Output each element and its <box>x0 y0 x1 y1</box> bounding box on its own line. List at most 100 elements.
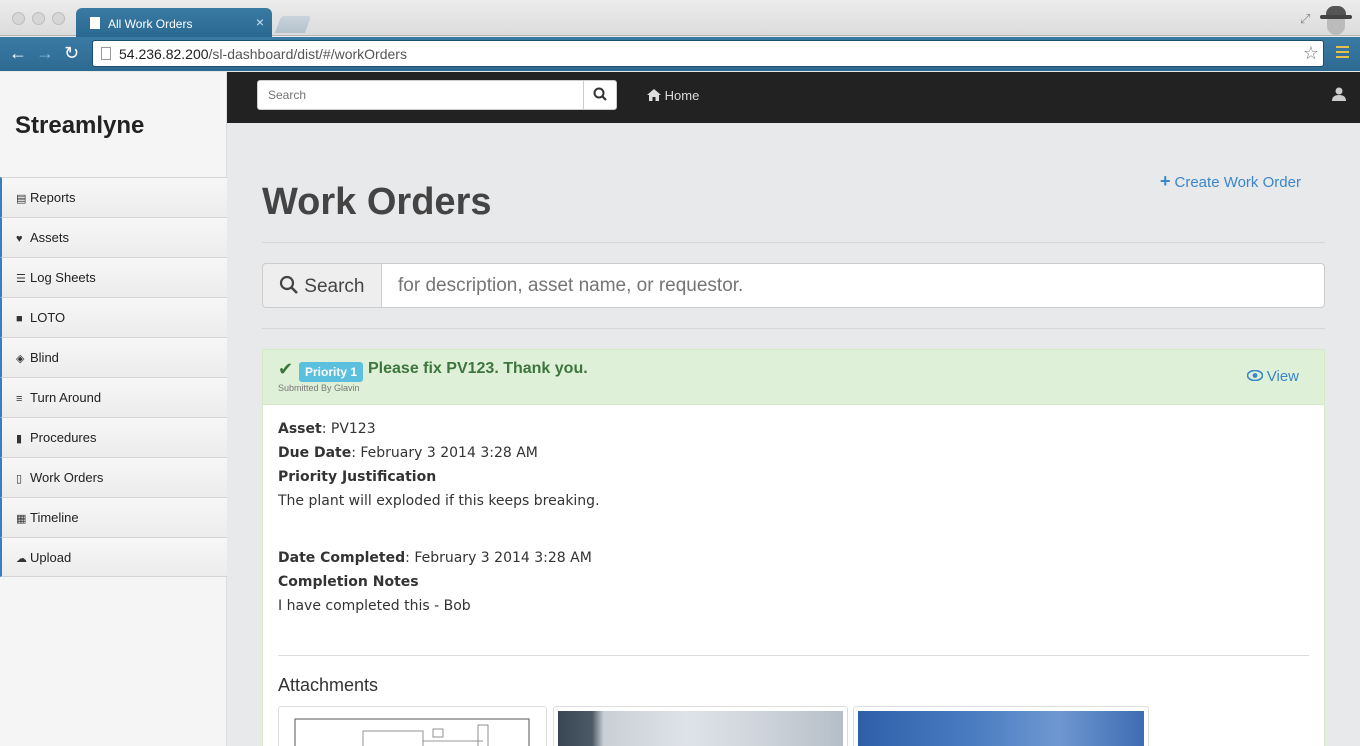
attachment-thumbnail[interactable] <box>553 706 848 746</box>
sidebar-item-label: Timeline <box>30 510 79 525</box>
asset-row: Asset: PV123 <box>278 421 376 437</box>
justification-label-text: Priority Justification <box>278 469 437 485</box>
justification-label: Priority Justification <box>278 469 436 485</box>
sidebar-item-blind[interactable]: ◈ Blind <box>0 337 227 377</box>
work-order-title: Please fix PV123. Thank you. <box>368 360 588 377</box>
plus-icon: + <box>1160 171 1171 191</box>
search-icon <box>593 87 607 101</box>
home-icon <box>647 89 661 101</box>
lock-icon: ■ <box>16 313 23 325</box>
tab-title: All Work Orders <box>108 17 193 31</box>
check-icon: ✔ <box>278 359 294 379</box>
asset-value: PV123 <box>330 421 376 437</box>
back-icon[interactable]: ← <box>9 43 27 63</box>
justification-value: The plant will exploded if this keeps br… <box>278 493 600 509</box>
submitted-by: Submitted By Glavin <box>278 383 360 393</box>
completed-value: February 3 2014 3:28 AM <box>414 550 592 566</box>
attachment-thumbnail[interactable] <box>278 706 547 746</box>
url-host: 54.236.82.200 <box>119 46 209 62</box>
file-icon: ▯ <box>16 473 23 485</box>
completed-label: Date Completed <box>278 550 406 566</box>
view-link[interactable]: View <box>1246 368 1299 385</box>
sidebar-item-work-orders[interactable]: ▯ Work Orders <box>0 457 227 497</box>
browser-tab-active[interactable]: All Work Orders × <box>76 8 272 37</box>
due-date-value: February 3 2014 3:28 AM <box>360 445 538 461</box>
main-content: +Create Work Order Work Orders Search ✔ … <box>227 123 1360 746</box>
sidebar-item-label: Blind <box>30 350 59 365</box>
sidebar-item-label: Upload <box>30 550 72 565</box>
work-order-header: ✔ Priority 1 Please fix PV123. Thank you… <box>263 350 1324 405</box>
attachment-thumbnail[interactable] <box>853 706 1149 746</box>
sidebar-item-assets[interactable]: ♥ Assets <box>0 217 227 257</box>
sidebar-item-procedures[interactable]: ▮ Procedures <box>0 417 227 457</box>
create-work-order-link[interactable]: + Create Work Order <box>1160 171 1301 192</box>
window-minimize-button[interactable] <box>32 12 45 25</box>
new-tab-button[interactable] <box>274 16 312 33</box>
top-search <box>257 80 617 110</box>
tasks-icon: ≡ <box>16 393 23 405</box>
work-order-search: Search <box>262 263 1325 308</box>
brand-logo[interactable]: Streamlyne <box>15 112 144 140</box>
top-navbar: Home <box>227 72 1360 123</box>
sidebar-item-label: Work Orders <box>30 470 104 485</box>
divider <box>262 242 1325 243</box>
forward-icon[interactable]: → <box>36 43 54 63</box>
browser-toolbar: ← → ↻ 54.236.82.200/sl-dashboard/dist/#/… <box>0 37 1360 71</box>
reload-icon[interactable]: ↻ <box>64 43 79 63</box>
window-close-button[interactable] <box>12 12 25 25</box>
sidebar-item-label: Turn Around <box>30 390 102 405</box>
browser-menu-icon[interactable] <box>1336 46 1349 60</box>
attachments-title: Attachments <box>278 675 379 695</box>
sidebar-item-log-sheets[interactable]: ☰ Log Sheets <box>0 257 227 297</box>
create-work-order-label: Create Work Order <box>1174 174 1301 191</box>
sidebar-item-upload[interactable]: ☁ Upload <box>0 537 227 577</box>
divider <box>262 328 1325 329</box>
view-label: View <box>1266 368 1299 385</box>
completion-notes-value: I have completed this - Bob <box>278 598 471 614</box>
sidebar: Streamlyne ▤ Reports ♥ Assets ☰ Log Sheets … <box>0 72 227 746</box>
search-addon: Search <box>262 263 382 308</box>
due-date-label: Due Date <box>278 445 352 461</box>
sidebar-item-loto[interactable]: ■ LOTO <box>0 297 227 337</box>
heart-icon: ♥ <box>16 233 23 245</box>
eye-slash-icon: ◈ <box>16 353 25 365</box>
sidebar-item-label: Reports <box>30 190 76 205</box>
page-icon <box>101 47 111 60</box>
sidebar-nav: ▤ Reports ♥ Assets ☰ Log Sheets ■ LOTO ◈ Blin… <box>0 177 227 577</box>
sidebar-item-timeline[interactable]: ▦ Timeline <box>0 497 227 537</box>
sidebar-item-label: Procedures <box>30 430 97 445</box>
book-icon: ▮ <box>16 433 23 445</box>
priority-badge: Priority 1 <box>299 362 364 382</box>
tower-photo <box>858 711 1144 746</box>
diagram-image <box>294 718 530 746</box>
completed-row: Date Completed: February 3 2014 3:28 AM <box>278 550 592 566</box>
address-bar[interactable]: 54.236.82.200/sl-dashboard/dist/#/workOr… <box>92 40 1324 67</box>
sidebar-item-reports[interactable]: ▤ Reports <box>0 177 227 217</box>
sidebar-item-label: Assets <box>30 230 70 245</box>
fullscreen-icon[interactable]: ⤢ <box>1300 11 1310 27</box>
bookmark-star-icon[interactable]: ☆ <box>1303 43 1319 64</box>
top-search-button[interactable] <box>583 81 616 109</box>
url-path: /sl-dashboard/dist/#/workOrders <box>208 46 407 62</box>
work-order-panel: ✔ Priority 1 Please fix PV123. Thank you… <box>262 349 1325 746</box>
list-icon: ☰ <box>16 273 26 285</box>
work-order-search-input[interactable] <box>381 263 1325 308</box>
window-zoom-button[interactable] <box>52 12 65 25</box>
home-link[interactable]: Home <box>647 88 699 103</box>
sidebar-item-label: Log Sheets <box>30 270 96 285</box>
search-label: Search <box>304 276 365 297</box>
due-date-row: Due Date: February 3 2014 3:28 AM <box>278 445 538 461</box>
list-alt-icon: ▤ <box>16 193 27 205</box>
completion-notes-label-text: Completion Notes <box>278 574 419 590</box>
eye-icon <box>1246 369 1263 382</box>
asset-label: Asset <box>278 421 322 437</box>
search-icon <box>279 275 298 294</box>
top-search-input[interactable] <box>258 81 584 109</box>
calendar-icon: ▦ <box>16 513 27 525</box>
sidebar-item-turn-around[interactable]: ≡ Turn Around <box>0 377 227 417</box>
tab-close-icon[interactable]: × <box>256 14 264 30</box>
user-icon[interactable] <box>1332 87 1346 106</box>
document-icon <box>90 17 100 29</box>
cloud-upload-icon: ☁ <box>16 553 27 565</box>
sidebar-item-label: LOTO <box>30 310 66 325</box>
